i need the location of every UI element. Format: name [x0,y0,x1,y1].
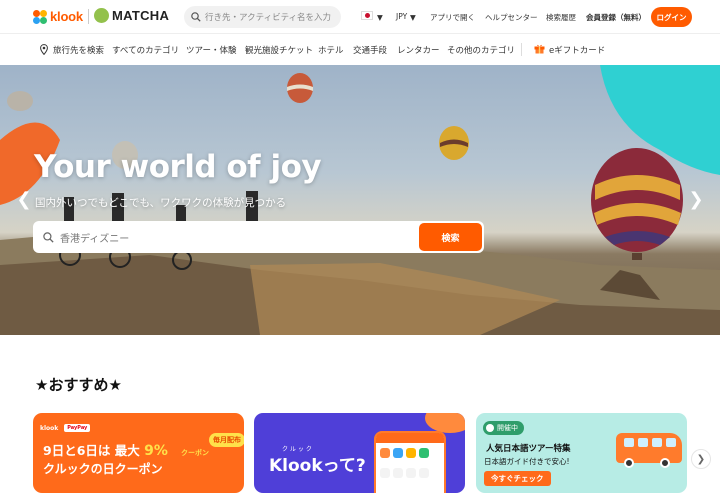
coupon-headline: 9日と6日は 最大 9% [43,440,168,459]
hero-subtitle: 国内外いつでもどこでも、ワクワクの体験が見つかる [35,197,287,209]
promo-card-japanese-tours[interactable]: 開催中 人気日本語ツアー特集 日本語ガイド付きで安心! 今すぐチェック [476,413,687,493]
klook-mini-logo: klook [40,424,59,432]
nav-hotels[interactable]: ホテル [318,44,344,56]
matcha-logo-icon [94,8,109,23]
help-center-link[interactable]: ヘルプセンター [485,12,538,23]
hero-next-arrow-icon[interactable]: ❯ [688,187,704,211]
gift-icon [534,44,545,54]
hero-banner: Your world of joy 国内外いつでもどこでも、ワクワクの体験が見つ… [0,65,720,335]
nav-divider [521,43,522,56]
header-search-placeholder: 行き先・アクティビティ名を入力 [205,13,332,23]
clock-icon [486,424,494,432]
search-icon [191,12,201,22]
carousel-next-button[interactable]: ❯ [691,449,711,469]
paypay-logo: PayPay [64,424,91,432]
logo-divider [88,9,89,24]
hero-search-placeholder: 香港ディズニー [60,233,130,245]
coupon-headline-dates: 9日と6日は [43,443,111,458]
nav-tours[interactable]: ツアー・体験 [186,44,237,56]
hero-search-button[interactable]: 検索 [419,223,482,251]
chevron-right-icon: ❯ [696,453,706,465]
coupon-word: クーポン [181,449,209,457]
phone-illustration-icon [374,431,446,493]
promo-card-coupon[interactable]: klook PayPay 9日と6日は 最大 9% クーポン 毎月配布 クルック… [33,413,244,493]
location-pin-icon [40,44,48,55]
coupon-percent: 9% [144,443,168,459]
nav-attraction-tickets[interactable]: 観光施設チケット [245,44,313,56]
ongoing-badge-label: 開催中 [497,424,518,432]
nav-destination-search[interactable]: 旅行先を検索 [53,44,104,56]
monthly-badge: 毎月配布 [209,433,244,447]
ongoing-badge: 開催中 [483,421,524,435]
japanese-tours-headline: 人気日本語ツアー特集 [486,444,571,454]
nav-egift-card[interactable]: eギフトカード [549,44,605,56]
coupon-day-title: クルックの日クーポン [43,462,163,476]
klook-logo-icon [33,9,47,24]
coupon-headline-max: 最大 [114,443,140,458]
bus-illustration-icon [616,433,682,468]
japanese-tours-sub: 日本語ガイド付きで安心! [484,457,570,466]
signup-link[interactable]: 会員登録（無料） [586,12,646,23]
nav-other-categories[interactable]: その他のカテゴリ [447,44,515,56]
search-icon [43,231,54,243]
klook-logo[interactable]: klook [33,9,83,24]
top-header: klook MATCHA 行き先・アクティビティ名を入力 ▼ JPY ▼ アプリ… [0,0,720,34]
chevron-down-icon[interactable]: ▼ [377,13,383,22]
category-nav: 旅行先を検索 すべてのカテゴリ ツアー・体験 観光施設チケット ホテル 交通手段… [0,34,720,65]
decorative-blob [425,413,465,433]
matcha-logo-text: MATCHA [112,8,170,23]
nav-transport[interactable]: 交通手段 [353,44,387,56]
hero-prev-arrow-icon[interactable]: ❮ [16,187,32,211]
search-history-link[interactable]: 検索履歴 [546,12,576,23]
klook-logo-text: klook [50,9,83,24]
check-now-button[interactable]: 今すぐチェック [484,471,551,486]
promo-card-about-klook[interactable]: クルック Klookって? [254,413,465,493]
login-button[interactable]: ログイン [651,7,692,27]
hero-search-input[interactable]: 香港ディズニー 検索 [33,221,484,253]
promo-card-logos: klook PayPay [40,424,91,432]
nav-car-rental[interactable]: レンタカー [397,44,440,56]
open-app-link[interactable]: アプリで開く [430,12,475,23]
matcha-logo[interactable]: MATCHA [94,8,169,23]
currency-selector[interactable]: JPY [396,12,407,21]
hero-title: Your world of joy [34,149,322,185]
header-search-input[interactable]: 行き先・アクティビティ名を入力 [184,6,341,28]
recommend-section-title: ★おすすめ★ [35,376,122,394]
nav-all-categories[interactable]: すべてのカテゴリ [112,44,179,56]
japan-flag-icon[interactable] [361,11,373,20]
chevron-down-icon[interactable]: ▼ [410,13,416,22]
about-klook-headline: Klookって? [269,456,366,476]
